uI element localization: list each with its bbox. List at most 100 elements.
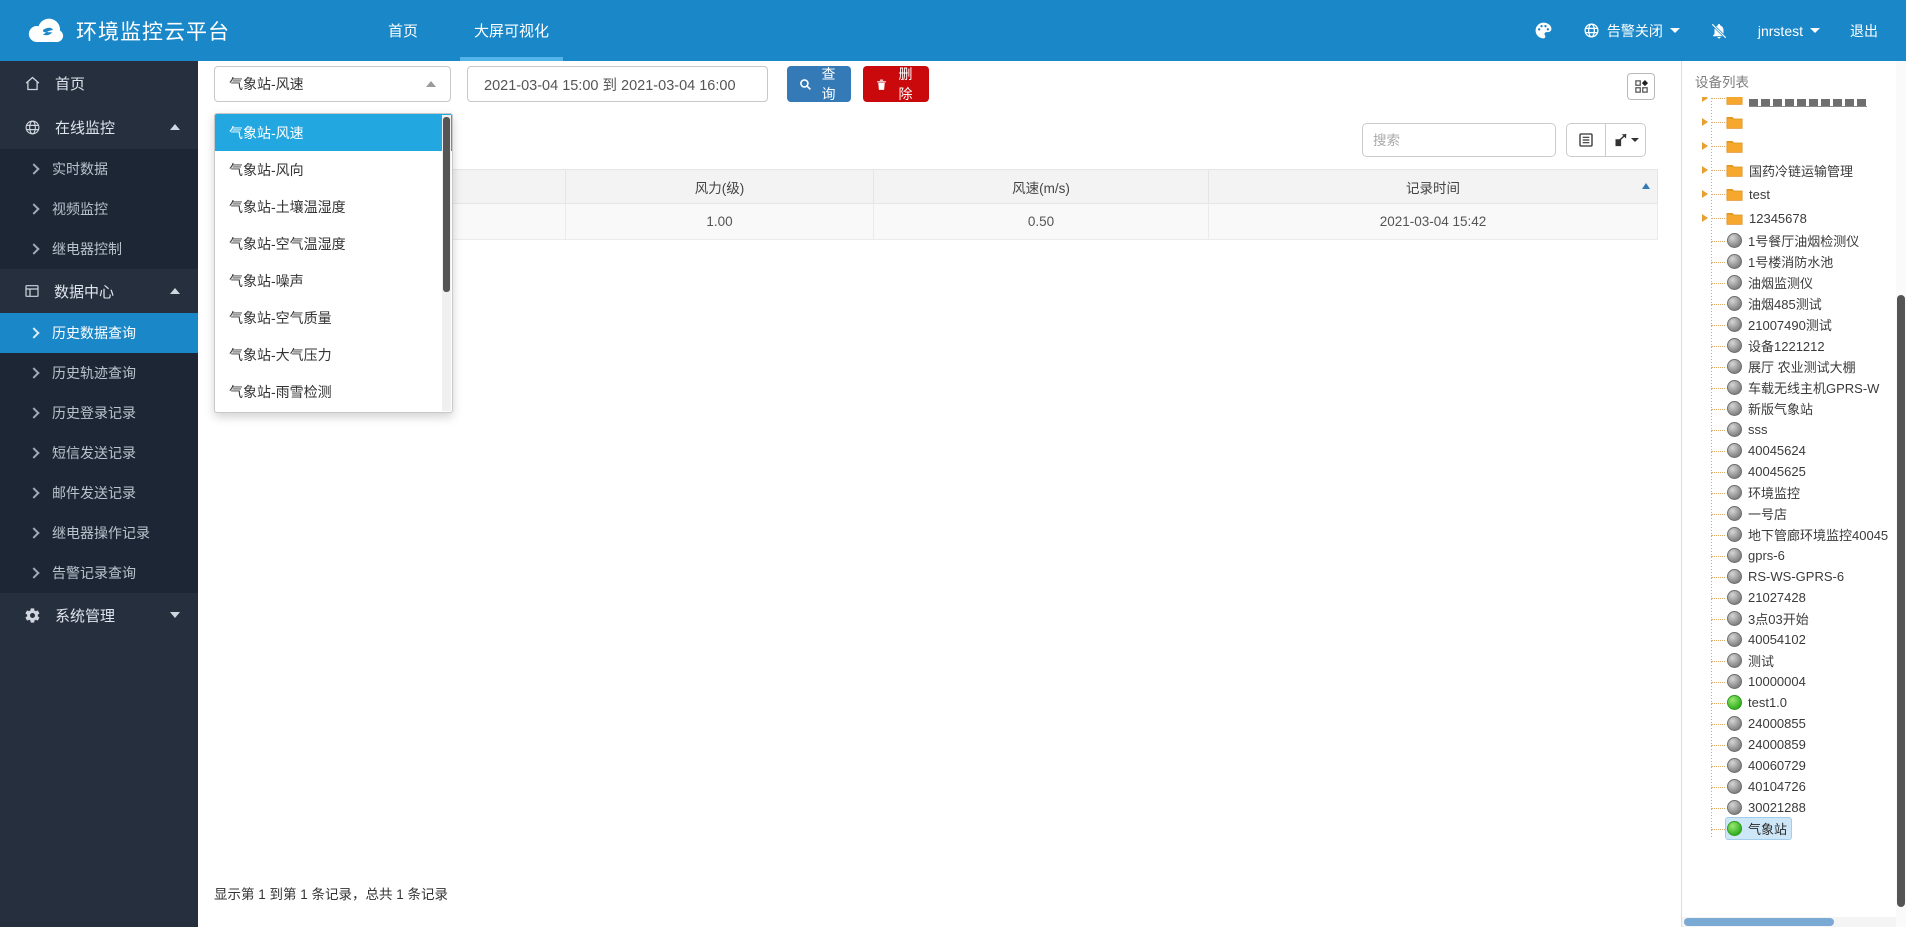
tree-node[interactable]: 40045624 — [1682, 440, 1896, 461]
dropdown-option[interactable]: 气象站-空气温湿度 — [215, 225, 452, 262]
tree-node[interactable]: 40104726 — [1682, 776, 1896, 797]
logout-button[interactable]: 退出 — [1850, 21, 1878, 41]
tree-node-content: 1号楼消防水池 — [1726, 251, 1837, 272]
search-input[interactable] — [1362, 123, 1556, 157]
tree-node[interactable] — [1682, 97, 1896, 110]
sidebar-item-3[interactable]: 数据中心 — [0, 269, 198, 313]
tree-node[interactable]: 24000859 — [1682, 734, 1896, 755]
user-dropdown[interactable]: jnrstest — [1758, 23, 1820, 39]
tree-node-label: 展厅 农业测试大棚 — [1748, 357, 1856, 376]
columns-toggle-button[interactable] — [1566, 123, 1606, 157]
tree-node[interactable]: 3点03开始 — [1682, 608, 1896, 629]
device-online-icon — [1727, 821, 1742, 836]
tree-node[interactable]: 油烟485测试 — [1682, 293, 1896, 314]
bell-slash-icon[interactable] — [1710, 22, 1728, 40]
tree-node[interactable] — [1682, 110, 1896, 134]
tree-node[interactable]: 环境监控 — [1682, 482, 1896, 503]
tree-node[interactable] — [1682, 134, 1896, 158]
device-offline-icon — [1727, 737, 1742, 752]
tree-node[interactable]: 展厅 农业测试大棚 — [1682, 356, 1896, 377]
tree-node[interactable]: 一号店 — [1682, 503, 1896, 524]
tree-node[interactable]: gprs-6 — [1682, 545, 1896, 566]
brand: 环境监控云平台 — [0, 16, 300, 46]
alarm-status-dropdown[interactable]: 告警关闭 — [1583, 21, 1680, 41]
tree-node[interactable]: 12345678 — [1682, 206, 1896, 230]
tree-node[interactable]: 1号楼消防水池 — [1682, 251, 1896, 272]
tree-node[interactable]: 地下管廊环境监控40045 — [1682, 524, 1896, 545]
tree-node[interactable]: test1.0 — [1682, 692, 1896, 713]
sidebar-subitem[interactable]: 视频监控 — [0, 189, 198, 229]
sidebar-subitem[interactable]: 历史登录记录 — [0, 393, 198, 433]
tree-node[interactable]: 气象站 — [1682, 818, 1896, 839]
tree-node[interactable]: 国药冷链运输管理 — [1682, 158, 1896, 182]
tree-node[interactable]: RS-WS-GPRS-6 — [1682, 566, 1896, 587]
dropdown-option[interactable]: 气象站-大气压力 — [215, 336, 452, 373]
tree-node[interactable]: 新版气象站 — [1682, 398, 1896, 419]
date-range-input[interactable] — [467, 66, 768, 102]
tree-node[interactable]: 21007490测试 — [1682, 314, 1896, 335]
delete-button[interactable]: 删除 — [863, 66, 929, 102]
sidebar-subitem[interactable]: 历史轨迹查询 — [0, 353, 198, 393]
sidebar: 首页在线监控实时数据视频监控继电器控制数据中心历史数据查询历史轨迹查询历史登录记… — [0, 61, 198, 927]
sidebar-item-1[interactable]: 首页 — [0, 61, 198, 105]
export-dropdown-button[interactable] — [1606, 123, 1646, 157]
sidebar-subitem[interactable]: 短信发送记录 — [0, 433, 198, 473]
dropdown-option[interactable]: 气象站-噪声 — [215, 262, 452, 299]
chevron-right-icon — [28, 527, 39, 538]
tree-node-content: 3点03开始 — [1726, 608, 1813, 629]
sensor-select[interactable]: 气象站-风速 — [214, 66, 451, 102]
sensor-dropdown-list: 气象站-风速气象站-风向气象站-土壤温湿度气象站-空气温湿度气象站-噪声气象站-… — [214, 113, 453, 413]
sidebar-subitem[interactable]: 历史数据查询 — [0, 313, 198, 353]
tree-node[interactable]: 10000004 — [1682, 671, 1896, 692]
caret-up-icon — [170, 124, 180, 130]
sidebar-subitem[interactable]: 告警记录查询 — [0, 553, 198, 593]
nav-item-1[interactable]: 首页 — [360, 0, 446, 61]
tree-node[interactable]: 设备1221212 — [1682, 335, 1896, 356]
sidebar-subitem-label: 历史轨迹查询 — [52, 363, 136, 383]
device-offline-icon — [1727, 380, 1742, 395]
table-header-label: 风力(级) — [695, 181, 745, 196]
page-vscrollbar-thumb[interactable] — [1897, 295, 1905, 907]
dropdown-option[interactable]: 气象站-空气质量 — [215, 299, 452, 336]
sidebar-subitem-label: 告警记录查询 — [52, 563, 136, 583]
dropdown-option[interactable]: 气象站-雨雪检测 — [215, 373, 452, 410]
tree-node-label: 40060729 — [1748, 758, 1806, 773]
sidebar-subitem[interactable]: 继电器操作记录 — [0, 513, 198, 553]
dropdown-option[interactable]: 气象站-土壤温湿度 — [215, 188, 452, 225]
expand-caret-icon — [1702, 190, 1708, 198]
table-cell: 2021-03-04 15:42 — [1209, 204, 1658, 240]
tree-node[interactable]: 24000855 — [1682, 713, 1896, 734]
tree-node-label: gprs-6 — [1748, 548, 1785, 563]
tree-node[interactable]: test — [1682, 182, 1896, 206]
tree-node[interactable]: 40054102 — [1682, 629, 1896, 650]
layout-toggle-button[interactable] — [1627, 73, 1655, 100]
tree-node[interactable]: 40060729 — [1682, 755, 1896, 776]
table-header-label: 记录时间 — [1406, 181, 1460, 196]
tree-node[interactable]: 1号餐厅油烟检测仪 — [1682, 230, 1896, 251]
device-panel-hscrollbar-thumb[interactable] — [1684, 918, 1834, 926]
tree-node-label: 环境监控 — [1748, 483, 1800, 502]
tree-node[interactable]: sss — [1682, 419, 1896, 440]
sidebar-item-4[interactable]: 系统管理 — [0, 593, 198, 637]
tree-node[interactable]: 车载无线主机GPRS-W — [1682, 377, 1896, 398]
chevron-down-icon — [1670, 28, 1680, 33]
tree-node[interactable]: 油烟监测仪 — [1682, 272, 1896, 293]
sidebar-subitem[interactable]: 继电器控制 — [0, 229, 198, 269]
dropdown-option[interactable]: 气象站-风速 — [215, 114, 452, 151]
palette-icon[interactable] — [1534, 21, 1553, 40]
nav-item-2[interactable]: 大屏可视化 — [446, 0, 577, 61]
sensor-select-value: 气象站-风速 — [229, 74, 304, 94]
tree-node[interactable]: 40045625 — [1682, 461, 1896, 482]
dropdown-scrollbar-thumb[interactable] — [443, 117, 450, 292]
tree-node[interactable]: 21027428 — [1682, 587, 1896, 608]
sidebar-subitem[interactable]: 实时数据 — [0, 149, 198, 189]
sidebar-item-2[interactable]: 在线监控 — [0, 105, 198, 149]
dropdown-option[interactable]: 气象站-风向 — [215, 151, 452, 188]
sidebar-subitem[interactable]: 邮件发送记录 — [0, 473, 198, 513]
tree-node[interactable]: 30021288 — [1682, 797, 1896, 818]
tree-node[interactable]: 测试 — [1682, 650, 1896, 671]
table-header-cell[interactable]: 风速(m/s) — [874, 170, 1209, 204]
table-header-cell[interactable]: 记录时间 — [1209, 170, 1658, 204]
table-header-cell[interactable]: 风力(级) — [566, 170, 874, 204]
query-button[interactable]: 查询 — [787, 66, 851, 102]
